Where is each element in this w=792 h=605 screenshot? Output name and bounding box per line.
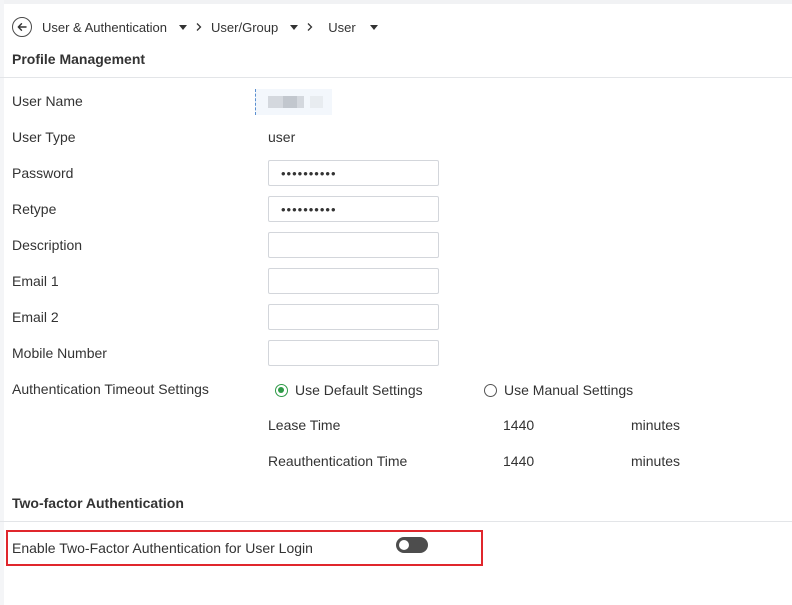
breadcrumb-user-authentication[interactable]: User & Authentication xyxy=(42,19,188,35)
back-arrow-icon xyxy=(17,23,27,31)
left-border xyxy=(0,0,4,605)
chevron-right-icon xyxy=(195,22,203,32)
reauth-time-unit: minutes xyxy=(631,453,681,469)
email2-label: Email 2 xyxy=(12,309,59,325)
email2-input[interactable] xyxy=(268,304,439,330)
two-factor-toggle[interactable] xyxy=(396,537,428,553)
breadcrumb-user-group[interactable]: User/Group xyxy=(211,19,299,35)
radio-unchecked-icon[interactable] xyxy=(484,383,497,397)
lease-time-value: 1440 xyxy=(503,417,535,433)
profile-section-title: Profile Management xyxy=(12,51,146,67)
email1-input[interactable] xyxy=(268,268,439,294)
description-input[interactable] xyxy=(268,232,439,258)
reauth-time-label: Reauthentication Time xyxy=(268,453,408,469)
user-name-value-redacted xyxy=(255,89,332,115)
back-button[interactable] xyxy=(12,17,32,37)
radio-use-manual-settings[interactable]: Use Manual Settings xyxy=(484,382,633,398)
toggle-knob xyxy=(399,540,409,550)
email1-label: Email 1 xyxy=(12,273,59,289)
user-type-value: user xyxy=(268,129,296,145)
radio-checked-icon[interactable] xyxy=(275,383,288,397)
caret-down-icon[interactable] xyxy=(369,24,378,30)
breadcrumb: User & Authentication User/Group User xyxy=(12,16,378,38)
lease-time-unit: minutes xyxy=(631,417,681,433)
mobile-number-input[interactable] xyxy=(268,340,439,366)
top-border xyxy=(0,0,792,4)
password-label: Password xyxy=(12,165,74,181)
divider xyxy=(0,521,792,522)
caret-down-icon[interactable] xyxy=(290,24,299,30)
chevron-right-icon xyxy=(306,22,314,32)
two-factor-section-title: Two-factor Authentication xyxy=(12,495,184,511)
breadcrumb-user[interactable]: User xyxy=(328,19,378,35)
caret-down-icon[interactable] xyxy=(179,24,188,30)
breadcrumb-label: User xyxy=(328,19,356,35)
auth-timeout-label: Authentication Timeout Settings xyxy=(12,381,209,397)
redacted-block xyxy=(310,96,323,108)
radio-use-default-settings[interactable]: Use Default Settings xyxy=(275,382,423,398)
user-type-label: User Type xyxy=(12,129,76,145)
redacted-block xyxy=(283,96,297,108)
retype-label: Retype xyxy=(12,201,57,217)
description-label: Description xyxy=(12,237,83,253)
divider xyxy=(0,77,792,78)
radio-label: Use Default Settings xyxy=(295,382,423,398)
password-input[interactable] xyxy=(268,160,439,186)
retype-password-input[interactable] xyxy=(268,196,439,222)
radio-label: Use Manual Settings xyxy=(504,382,634,398)
mobile-number-label: Mobile Number xyxy=(12,345,107,361)
reauth-time-value: 1440 xyxy=(503,453,535,469)
breadcrumb-label: User & Authentication xyxy=(42,19,168,35)
two-factor-enable-label: Enable Two-Factor Authentication for Use… xyxy=(12,540,313,556)
lease-time-label: Lease Time xyxy=(268,417,341,433)
breadcrumb-label: User/Group xyxy=(211,19,279,35)
user-name-label: User Name xyxy=(12,93,83,109)
